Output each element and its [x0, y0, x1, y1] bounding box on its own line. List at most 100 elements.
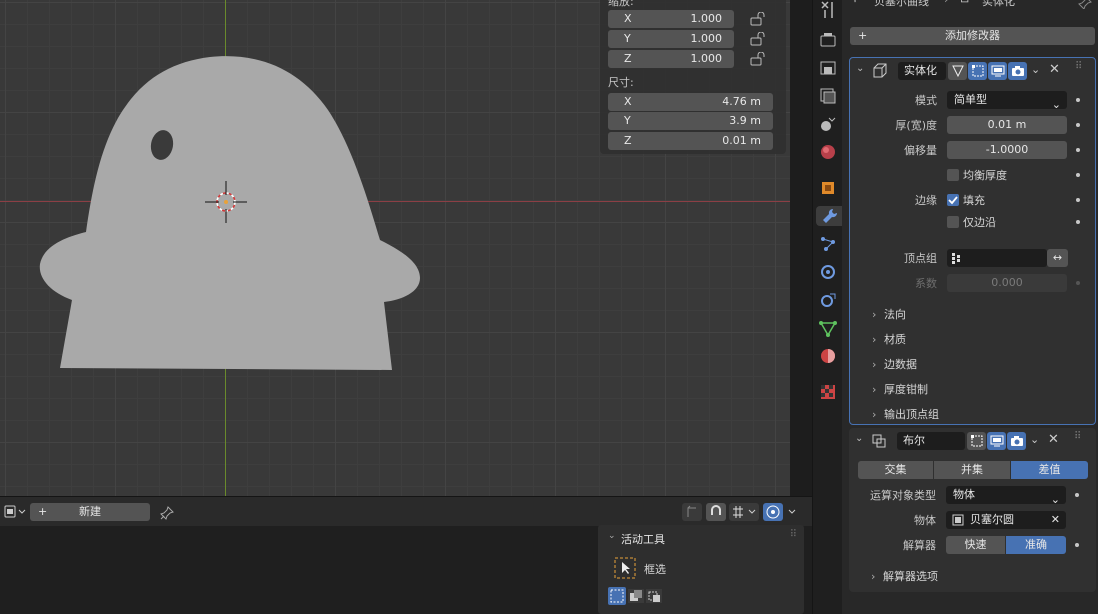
chevron-down-icon[interactable]: ⌄ — [856, 63, 864, 74]
dimension-y-field[interactable]: Y 3.9 m — [608, 112, 773, 130]
snap-target-icon[interactable] — [729, 503, 759, 521]
op-union-button[interactable]: 并集 — [934, 461, 1010, 479]
data-tab-icon[interactable] — [818, 318, 838, 338]
new-button[interactable]: + 新建 — [30, 503, 150, 521]
clear-icon[interactable]: ✕ — [1051, 511, 1060, 529]
add-modifier-button[interactable]: + 添加修改器 — [850, 27, 1095, 45]
drag-handle-icon[interactable]: ⠿ — [1074, 431, 1081, 442]
snap-magnet-icon[interactable] — [706, 503, 726, 521]
thickness-field[interactable]: 0.01 m — [947, 116, 1067, 134]
scale-y-field[interactable]: Y 1.000 — [608, 30, 734, 48]
material-tab-icon[interactable] — [818, 346, 838, 366]
subpanel-materials[interactable]: › 材质 — [872, 331, 906, 347]
viewport-toggle[interactable] — [987, 432, 1006, 450]
solidify-icon — [873, 63, 887, 78]
edit-mode-toggle[interactable] — [967, 432, 986, 450]
pin-icon[interactable] — [159, 505, 175, 521]
viewport-toggle[interactable] — [988, 62, 1007, 80]
box-select-tool-icon[interactable] — [614, 557, 636, 579]
keyframe-dot[interactable] — [1076, 148, 1080, 152]
breadcrumb: ⌇ 贝塞尔曲线 › ⊡ 实体化 — [842, 0, 1098, 14]
unlock-icon[interactable] — [750, 52, 766, 66]
solver-fast-button[interactable]: 快速 — [946, 536, 1005, 554]
op-difference-button[interactable]: 差值 — [1011, 461, 1088, 479]
rim-only-checkbox[interactable] — [947, 216, 959, 228]
fill-rim-checkbox[interactable] — [947, 194, 959, 206]
tool-tab-icon[interactable] — [818, 0, 838, 20]
monitor-icon — [991, 65, 1004, 77]
edit-mode-icon — [971, 65, 983, 77]
factor-label: 系数 — [915, 277, 937, 290]
close-icon[interactable]: ✕ — [1049, 62, 1060, 77]
subpanel-output-vertex-groups[interactable]: › 输出顶点组 — [872, 406, 939, 422]
transform-npanel: 缩放: X 1.000 Y 1.000 Z 1.000 尺寸: X 4.76 m… — [600, 0, 786, 154]
breadcrumb-object: 贝塞尔曲线 — [874, 0, 929, 8]
even-thickness-checkbox[interactable] — [947, 169, 959, 181]
object-tab-icon[interactable] — [818, 178, 838, 198]
invert-vertex-group-button[interactable]: ↔ — [1047, 249, 1068, 267]
unlock-icon[interactable] — [750, 12, 766, 26]
keyframe-dot[interactable] — [1076, 198, 1080, 202]
dropdown-chevron-icon[interactable]: ⌄ — [1030, 433, 1039, 446]
texture-tab-icon[interactable] — [818, 382, 838, 402]
transform-orientation-icon[interactable] — [682, 503, 702, 521]
chevron-down-icon[interactable]: ⌄ — [855, 433, 863, 444]
mode-select[interactable]: 简单型 ⌄ — [947, 91, 1067, 111]
operand-type-select[interactable]: 物体 ⌄ — [946, 486, 1066, 506]
dropdown-chevron-icon[interactable]: ⌄ — [1031, 63, 1040, 76]
modifier-tab[interactable] — [816, 206, 843, 226]
offset-field[interactable]: -1.0000 — [947, 141, 1067, 159]
output-tab-icon[interactable] — [818, 58, 838, 78]
factor-field[interactable]: 0.000 — [947, 274, 1067, 292]
render-tab-icon[interactable] — [818, 30, 838, 50]
op-intersect-button[interactable]: 交集 — [858, 461, 933, 479]
camera-icon — [1010, 436, 1023, 446]
render-toggle[interactable] — [1007, 432, 1026, 450]
keyframe-dot[interactable] — [1075, 493, 1079, 497]
edit-mode-cage-toggle[interactable] — [948, 62, 967, 80]
keyframe-dot[interactable] — [1076, 123, 1080, 127]
unlock-icon[interactable] — [750, 32, 766, 46]
view-layer-tab-icon[interactable] — [818, 86, 838, 106]
keyframe-dot[interactable] — [1076, 220, 1080, 224]
dimension-z-field[interactable]: Z 0.01 m — [608, 132, 773, 150]
boolean-name-field[interactable]: 布尔 — [897, 432, 965, 450]
chevron-right-icon: › — [872, 333, 877, 346]
chevron-down-icon[interactable]: ⌄ — [608, 531, 616, 541]
drag-handle-icon[interactable]: ⠿ — [1075, 61, 1082, 72]
subpanel-edge-data[interactable]: › 边数据 — [872, 356, 917, 372]
selection-mode-icons[interactable] — [608, 587, 664, 605]
solver-exact-button[interactable]: 准确 — [1006, 536, 1066, 554]
dimension-x-field[interactable]: X 4.76 m — [608, 93, 773, 111]
keyframe-dot[interactable] — [1076, 173, 1080, 177]
3d-cursor-icon[interactable] — [205, 181, 247, 223]
subpanel-solver-options[interactable]: › 解算器选项 — [871, 568, 938, 584]
vertex-group-field[interactable] — [947, 249, 1047, 267]
subpanel-thickness-clamp[interactable]: › 厚度钳制 — [872, 381, 928, 397]
keyframe-dot[interactable] — [1075, 543, 1079, 547]
drag-handle-icon[interactable]: ⠿ — [790, 529, 797, 540]
particles-tab-icon[interactable] — [818, 234, 838, 254]
constraints-tab-icon[interactable] — [818, 290, 838, 310]
render-toggle[interactable] — [1008, 62, 1027, 80]
physics-tab-icon[interactable] — [818, 262, 838, 282]
world-tab-icon[interactable] — [818, 142, 838, 162]
close-icon[interactable]: ✕ — [1048, 432, 1059, 447]
editor-type-icon[interactable] — [4, 504, 28, 520]
3d-viewport[interactable]: 缩放: X 1.000 Y 1.000 Z 1.000 尺寸: X 4.76 m… — [0, 0, 790, 496]
properties-editor: ⌇ 贝塞尔曲线 › ⊡ 实体化 + 添加修改器 ⌄ 实体化 ⌄ ✕ ⠿ 模式 简… — [842, 0, 1098, 614]
keyframe-dot[interactable] — [1076, 98, 1080, 102]
keyframe-dot[interactable] — [1076, 281, 1080, 285]
object-field[interactable]: 贝塞尔圆 ✕ — [946, 511, 1066, 529]
proportional-editing-icon[interactable] — [763, 503, 803, 521]
scale-x-field[interactable]: X 1.000 — [608, 10, 734, 28]
offset-label: 偏移量 — [904, 144, 937, 157]
scene-tab-icon[interactable] — [818, 114, 838, 134]
swap-arrows-icon: ↔ — [1052, 251, 1063, 264]
edit-mode-toggle[interactable] — [968, 62, 987, 80]
chevron-right-icon: › — [872, 408, 877, 421]
subpanel-normals[interactable]: › 法向 — [872, 306, 906, 322]
scale-z-field[interactable]: Z 1.000 — [608, 50, 734, 68]
solidify-name-field[interactable]: 实体化 — [898, 62, 946, 80]
pin-icon[interactable] — [1078, 0, 1092, 9]
